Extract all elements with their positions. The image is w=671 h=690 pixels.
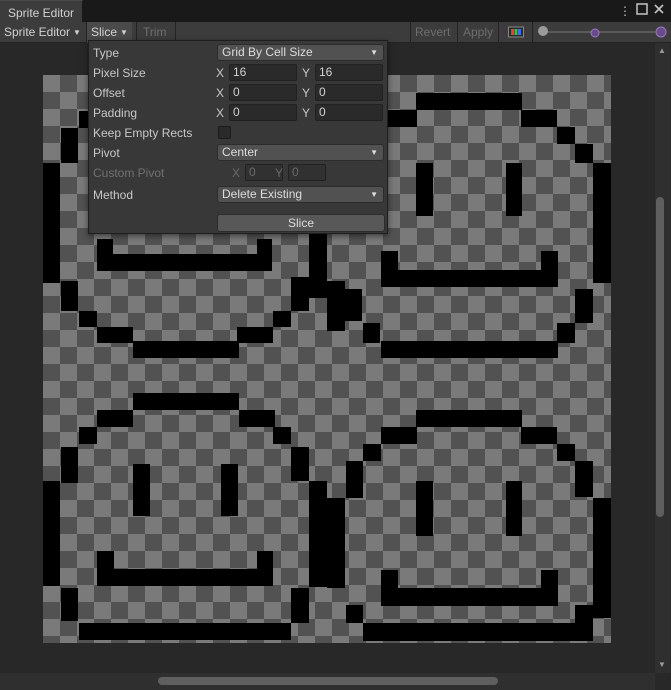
type-label: Type [93, 46, 120, 60]
more-options-icon[interactable]: ⋮ [617, 3, 633, 19]
maximize-icon[interactable] [634, 3, 650, 19]
pivot-label: Pivot [93, 146, 120, 160]
keep-empty-rects-checkbox[interactable] [218, 126, 231, 139]
pixel-size-x-field[interactable]: 16 [229, 64, 297, 81]
custom-pivot-label: Custom Pivot [93, 166, 165, 180]
scroll-down-arrow-icon[interactable]: ▼ [658, 660, 666, 669]
padding-y-field[interactable]: 0 [315, 104, 383, 121]
revert-button[interactable]: Revert [411, 22, 454, 43]
color-channel-toggle[interactable] [504, 22, 528, 43]
pixel-size-label: Pixel Size [93, 66, 146, 80]
method-dropdown-value: Delete Existing [222, 187, 303, 201]
pixel-size-y-field[interactable]: 16 [315, 64, 383, 81]
custom-pivot-y-axis-label: Y [275, 166, 284, 180]
padding-x-field[interactable]: 0 [229, 104, 297, 121]
pivot-dropdown-value: Center [222, 145, 259, 159]
slice-menu-label: Slice [91, 25, 118, 39]
vertical-scrollbar-thumb[interactable] [656, 197, 664, 517]
zoom-slider-thumb[interactable] [538, 26, 548, 36]
keep-empty-rects-label: Keep Empty Rects [93, 126, 193, 140]
pixel-size-y-axis-label: Y [302, 66, 311, 80]
apply-button[interactable]: Apply [459, 22, 497, 43]
chevron-down-icon: ▼ [73, 28, 81, 37]
rgb-channel-icon [508, 26, 524, 38]
mip-level-large-icon [655, 26, 667, 41]
slice-settings-panel: Type Grid By Cell Size ▼ Pixel Size X 16 … [88, 40, 388, 234]
toolbar-divider [457, 22, 458, 43]
pixel-size-x-axis-label: X [216, 66, 225, 80]
tab-sprite-editor[interactable]: Sprite Editor [0, 0, 84, 22]
type-dropdown-value: Grid By Cell Size [222, 45, 313, 59]
toolbar-divider [532, 22, 533, 43]
padding-label: Padding [93, 106, 138, 120]
offset-x-field[interactable]: 0 [229, 84, 297, 101]
padding-y-axis-label: Y [302, 106, 311, 120]
padding-x-axis-label: X [216, 106, 225, 120]
method-dropdown[interactable]: Delete Existing ▼ [217, 186, 384, 203]
mode-dropdown[interactable]: Sprite Editor ▼ [0, 22, 85, 43]
scroll-up-arrow-icon[interactable]: ▲ [658, 46, 666, 55]
custom-pivot-x-axis-label: X [232, 166, 241, 180]
chevron-down-icon: ▼ [370, 148, 378, 157]
method-label: Method [93, 188, 134, 202]
toolbar-divider [498, 22, 499, 43]
offset-y-field[interactable]: 0 [315, 84, 383, 101]
mode-dropdown-label: Sprite Editor [4, 25, 71, 39]
offset-y-axis-label: Y [302, 86, 311, 100]
offset-x-axis-label: X [216, 86, 225, 100]
pivot-dropdown[interactable]: Center ▼ [217, 144, 384, 161]
slice-button[interactable]: Slice [217, 214, 385, 232]
mip-level-small-icon [590, 27, 600, 41]
horizontal-scrollbar-thumb[interactable] [158, 677, 498, 685]
close-icon[interactable] [651, 3, 667, 19]
type-dropdown[interactable]: Grid By Cell Size ▼ [217, 44, 384, 61]
chevron-down-icon: ▼ [370, 48, 378, 57]
offset-label: Offset [93, 86, 125, 100]
chevron-down-icon: ▼ [370, 190, 378, 199]
title-bar: Sprite Editor ⋮ [0, 0, 671, 22]
custom-pivot-y-field[interactable]: 0 [288, 164, 326, 181]
